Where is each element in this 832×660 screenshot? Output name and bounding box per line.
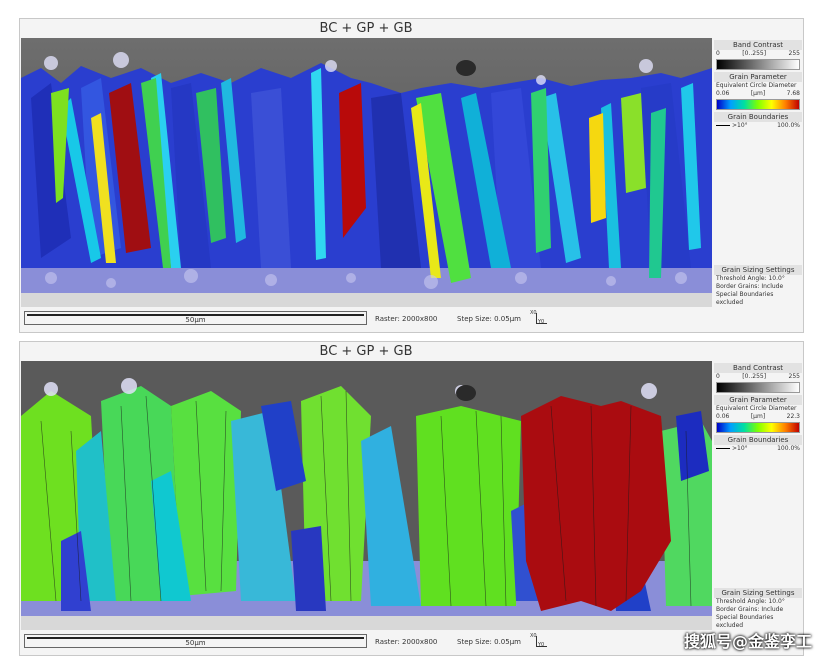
scale-bar: 50µm [24, 311, 367, 325]
grain-parameter-min: 0.06 [716, 413, 730, 420]
grain-sizing-title: Grain Sizing Settings [714, 265, 802, 275]
threshold-angle: Threshold Angle: 10.0° [716, 275, 785, 282]
grain-parameter-subtitle: Equivalent Circle Diameter [716, 82, 797, 89]
legend-top: Band Contrast 0 [0..255] 255 Grain Param… [714, 38, 802, 307]
band-contrast-min: 0 [716, 50, 720, 57]
grain-parameter-title: Grain Parameter [714, 72, 802, 82]
grain-parameter-unit: [µm] [750, 90, 766, 97]
scale-bar: 50µm [24, 634, 367, 648]
ebsd-panel-top: BC + GP + GB Band Contrast 0 [0..255] 25… [19, 18, 804, 333]
boundary-line-icon [716, 448, 730, 449]
raster-info: Raster: 2000x800 [375, 638, 438, 646]
grain-parameter-unit: [µm] [750, 413, 766, 420]
grain-parameter-colorbar [716, 99, 800, 110]
grain-parameter-range-labels: 0.06 [µm] 22.3 [714, 413, 802, 421]
band-contrast-title: Band Contrast [714, 363, 802, 373]
grain-map-image-top [21, 38, 712, 307]
step-size-info: Step Size: 0.05µm [457, 315, 521, 323]
band-contrast-min: 0 [716, 373, 720, 380]
grain-boundaries-entry: >10° 100.0% [714, 122, 802, 130]
grain-map-image-bottom [21, 361, 712, 630]
grain-boundaries-entry: >10° 100.0% [714, 445, 802, 453]
boundary-angle: >10° [732, 445, 748, 452]
border-grains: Border Grains: Include [716, 283, 784, 290]
boundary-percent: 100.0% [777, 122, 800, 129]
boundary-percent: 100.0% [777, 445, 800, 452]
grain-parameter-max: 7.68 [786, 90, 800, 97]
ebsd-grain-map-top [21, 38, 712, 307]
panel-title: BC + GP + GB [319, 344, 413, 359]
footer-bottom: 50µm Raster: 2000x800 Step Size: 0.05µm … [20, 632, 712, 655]
scale-label: 50µm [185, 639, 206, 647]
band-contrast-range: [0..255] [742, 373, 767, 380]
grain-parameter-range-labels: 0.06 [µm] 7.68 [714, 90, 802, 98]
band-contrast-colorbar [716, 382, 800, 393]
step-size-info: Step Size: 0.05µm [457, 638, 521, 646]
axes-icon: X0 Y0 [530, 310, 547, 325]
legend-bottom: Band Contrast 0 [0..255] 255 Grain Param… [714, 361, 802, 630]
footer-top: 50µm Raster: 2000x800 Step Size: 0.05µm … [20, 309, 712, 332]
boundary-line-icon [716, 125, 730, 126]
grain-parameter-subtitle: Equivalent Circle Diameter [716, 405, 797, 412]
grain-sizing-settings: Grain Sizing Settings Threshold Angle: 1… [714, 586, 802, 630]
band-contrast-range: [0..255] [742, 50, 767, 57]
grain-parameter-title: Grain Parameter [714, 395, 802, 405]
grain-boundaries-title: Grain Boundaries [714, 435, 802, 445]
band-contrast-colorbar [716, 59, 800, 70]
ebsd-panel-bottom: BC + GP + GB Band Contrast 0 [0..255] 25… [19, 341, 804, 656]
band-contrast-range-labels: 0 [0..255] 255 [714, 50, 802, 58]
band-contrast-range-labels: 0 [0..255] 255 [714, 373, 802, 381]
grain-sizing-title: Grain Sizing Settings [714, 588, 802, 598]
axes-icon: X0 Y0 [530, 633, 547, 648]
panel-title: BC + GP + GB [319, 21, 413, 36]
boundary-angle: >10° [732, 122, 748, 129]
grain-parameter-max: 22.3 [786, 413, 800, 420]
ebsd-grain-map-bottom [21, 361, 712, 630]
border-grains: Border Grains: Include [716, 606, 784, 613]
band-contrast-max: 255 [788, 373, 800, 380]
threshold-angle: Threshold Angle: 10.0° [716, 598, 785, 605]
grain-parameter-colorbar [716, 422, 800, 433]
band-contrast-max: 255 [788, 50, 800, 57]
grain-boundaries-title: Grain Boundaries [714, 112, 802, 122]
raster-info: Raster: 2000x800 [375, 315, 438, 323]
grain-sizing-settings: Grain Sizing Settings Threshold Angle: 1… [714, 263, 802, 307]
grain-parameter-min: 0.06 [716, 90, 730, 97]
special-boundaries: Special Boundaries excluded [716, 291, 774, 306]
band-contrast-title: Band Contrast [714, 40, 802, 50]
watermark-text: 搜狐号@金鉴孪工 [683, 632, 812, 651]
scale-label: 50µm [185, 316, 206, 324]
